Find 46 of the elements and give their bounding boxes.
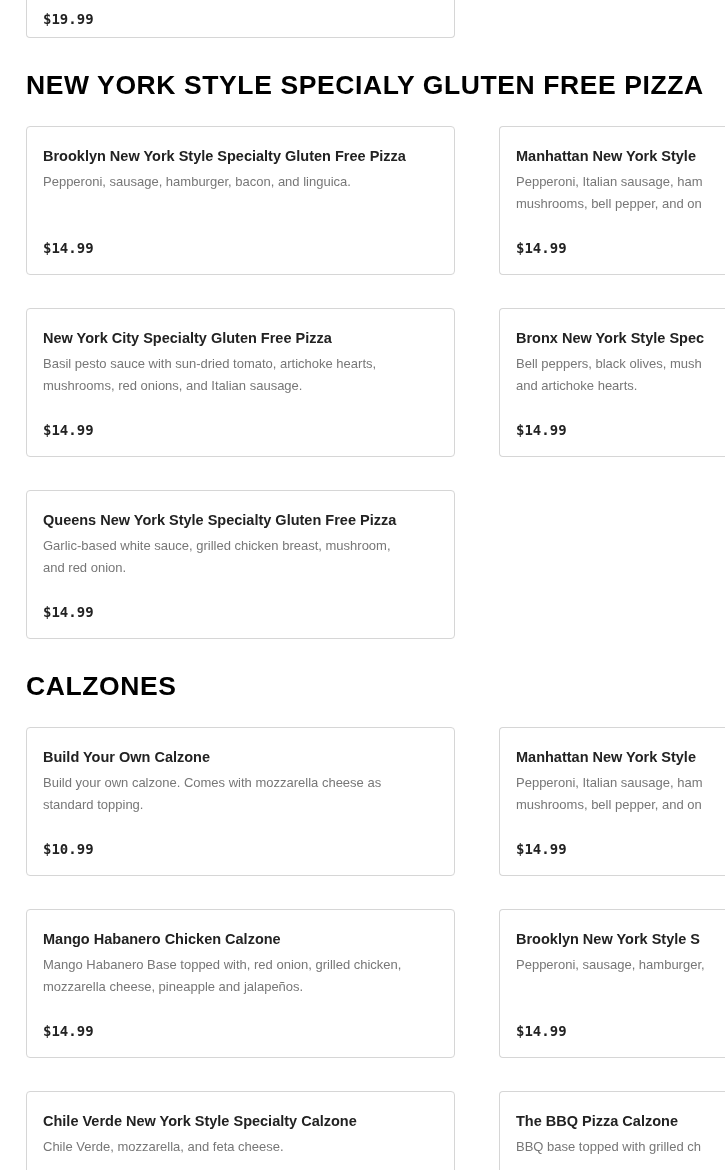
item-title: Build Your Own Calzone [43, 748, 212, 767]
price: $14.99 [43, 239, 94, 258]
menu-card[interactable]: $19.99 [26, 0, 455, 38]
item-title: Manhattan New York Style [516, 748, 697, 767]
item-description: Chile Verde, mozzarella, and feta cheese. [43, 1138, 285, 1156]
item-title: Mango Habanero Chicken Calzone [43, 930, 282, 949]
item-description: BBQ base topped with grilled ch [516, 1138, 702, 1156]
item-title: New York City Specialty Gluten Free Pizza [43, 329, 333, 348]
item-title: The BBQ Pizza Calzone [516, 1112, 679, 1131]
menu-card[interactable]: Brooklyn New York Style Specialty Gluten Free Pizza Pepperoni, sausage, hamburger, bacon, and linguica. $14.99 [26, 126, 455, 275]
price: $14.99 [516, 421, 567, 440]
price: $14.99 [516, 1022, 567, 1041]
item-title: Queens New York Style Specialty Gluten Free Pizza [43, 511, 398, 530]
menu-card[interactable]: Brooklyn New York Style S Pepperoni, sausage, hamburger, $14.99 [499, 909, 725, 1058]
item-description: Pepperoni, Italian sausage, ham mushrooms, bell pepper, and on [516, 774, 704, 814]
item-description: Pepperoni, sausage, hamburger, [516, 956, 706, 974]
item-title: Brooklyn New York Style Specialty Gluten Free Pizza [43, 147, 407, 166]
price: $10.99 [43, 840, 94, 859]
item-description: Bell peppers, black olives, mush and artichoke hearts. [516, 355, 703, 395]
price: $14.99 [516, 239, 567, 258]
price: $19.99 [43, 9, 94, 29]
section-heading: NEW YORK STYLE SPECIALY GLUTEN FREE PIZZA [26, 70, 705, 100]
menu-card[interactable]: Manhattan New York Style Pepperoni, Italian sausage, ham mushrooms, bell pepper, and on $14.99 [499, 126, 725, 275]
menu-card[interactable]: Bronx New York Style Spec Bell peppers, black olives, mush and artichoke hearts. $14.99 [499, 308, 725, 457]
item-title: Bronx New York Style Spec [516, 329, 706, 348]
item-title: Brooklyn New York Style S [516, 930, 701, 949]
item-title: Chile Verde New York Style Specialty Calzone [43, 1112, 358, 1131]
item-description: Mango Habanero Base topped with, red onion, grilled chicken, mozzarella cheese, pineapple and jalapeños. [43, 956, 403, 996]
menu-card[interactable]: Chile Verde New York Style Specialty Calzone Chile Verde, mozzarella, and feta cheese. [26, 1091, 455, 1170]
menu-card[interactable]: The BBQ Pizza Calzone BBQ base topped with grilled ch [499, 1091, 725, 1170]
menu-card[interactable]: Manhattan New York Style Pepperoni, Italian sausage, ham mushrooms, bell pepper, and on $14.99 [499, 727, 725, 876]
section-heading: CALZONES [26, 671, 178, 701]
item-description: Pepperoni, Italian sausage, ham mushrooms, bell pepper, and on [516, 173, 704, 213]
price: $14.99 [43, 421, 94, 440]
item-description: Build your own calzone. Comes with mozzarella cheese as standard topping. [43, 774, 383, 814]
menu-card[interactable]: Queens New York Style Specialty Gluten Free Pizza Garlic-based white sauce, grilled chicken breast, mushroom, and red onion. $14.99 [26, 490, 455, 639]
menu-card[interactable]: Build Your Own Calzone Build your own calzone. Comes with mozzarella cheese as standard topping. $10.99 [26, 727, 455, 876]
price: $14.99 [43, 1022, 94, 1041]
price: $14.99 [516, 840, 567, 859]
menu-card[interactable]: Mango Habanero Chicken Calzone Mango Habanero Base topped with, red onion, grilled chicken, mozzarella cheese, pineapple and jalapeños. $14.99 [26, 909, 455, 1058]
price: $14.99 [43, 603, 94, 622]
item-description: Garlic-based white sauce, grilled chicken breast, mushroom, and red onion. [43, 537, 392, 577]
item-title: Manhattan New York Style [516, 147, 697, 166]
item-description: Basil pesto sauce with sun-dried tomato, artichoke hearts, mushrooms, red onions, and Italian sausage. [43, 355, 378, 395]
item-description: Pepperoni, sausage, hamburger, bacon, and linguica. [43, 173, 352, 191]
menu-card[interactable]: New York City Specialty Gluten Free Pizza Basil pesto sauce with sun-dried tomato, artichoke hearts, mushrooms, red onions, and Italian sausage. $14.99 [26, 308, 455, 457]
